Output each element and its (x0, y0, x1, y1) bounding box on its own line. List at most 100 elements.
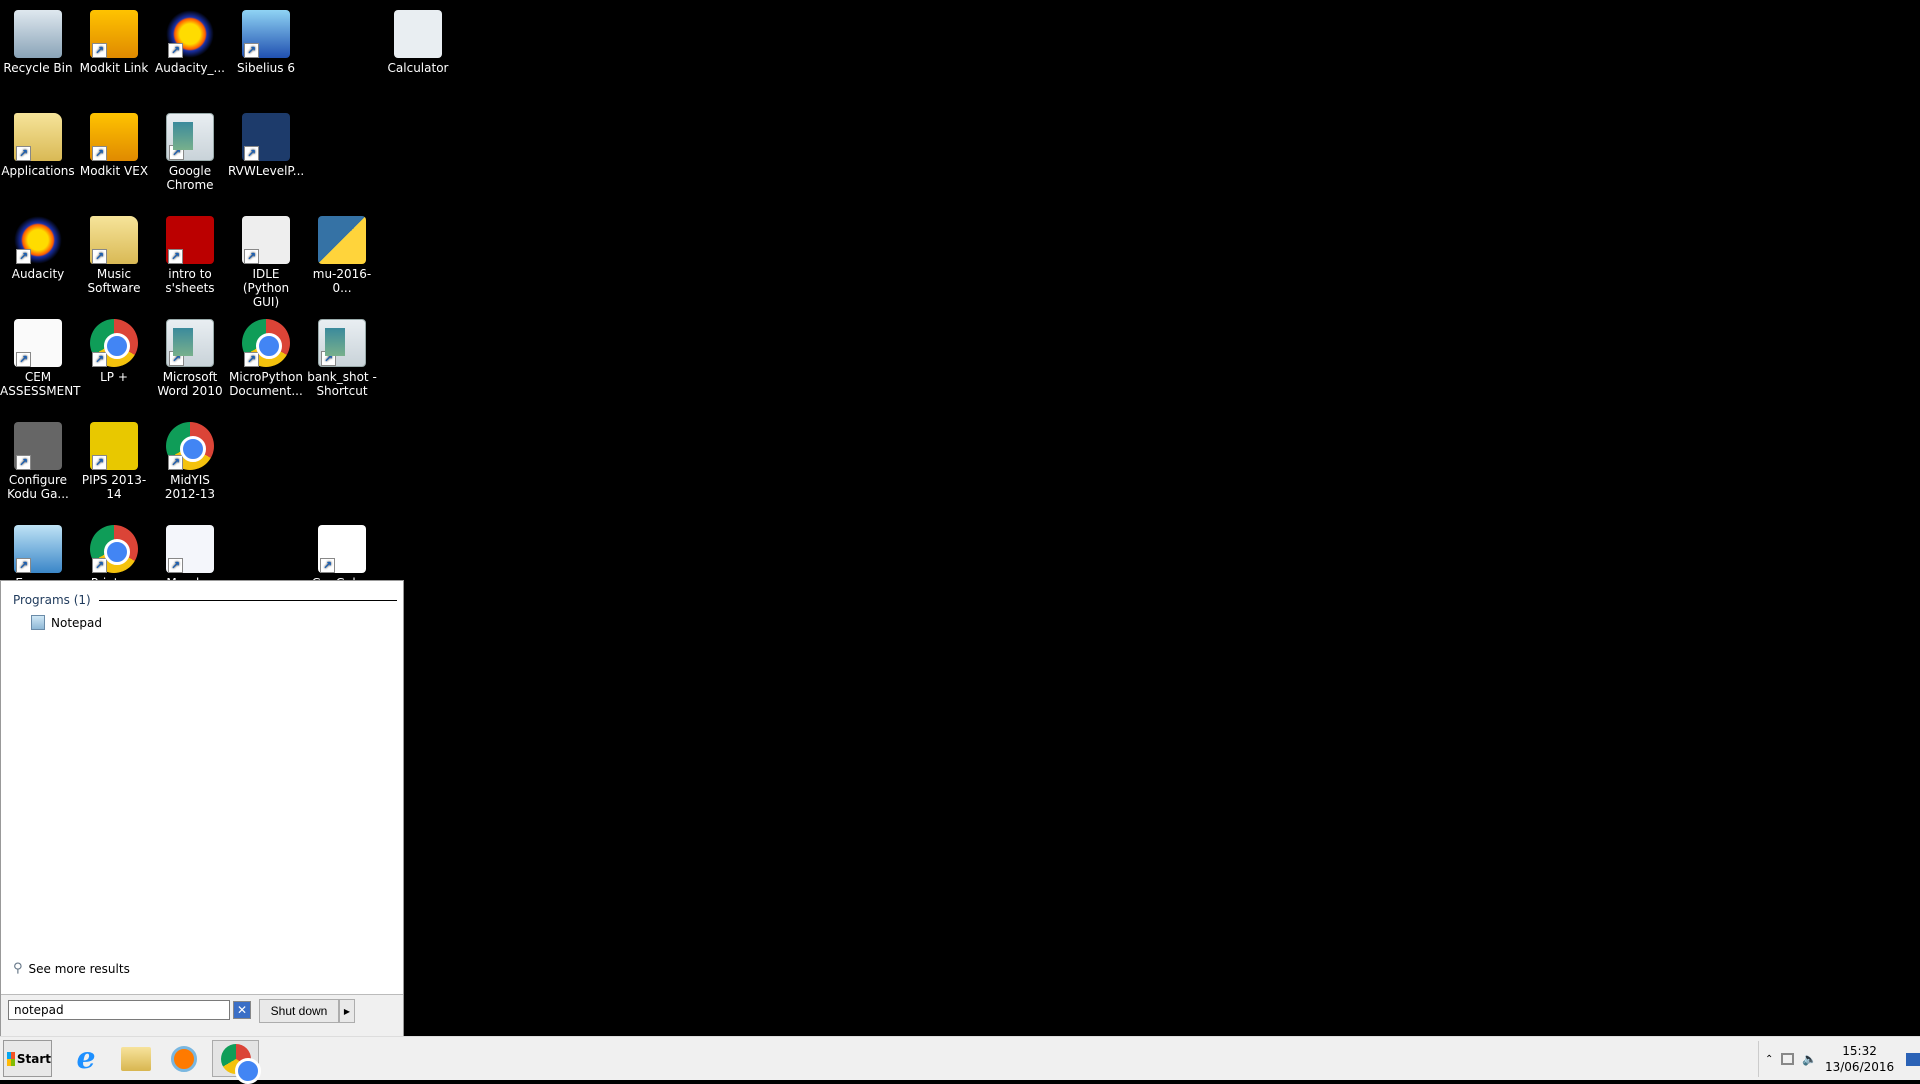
shortcut-arrow-icon: ↗ (16, 558, 31, 573)
sibelius-icon: ↗ (242, 10, 290, 58)
result-notepad[interactable]: Notepad (27, 613, 106, 632)
shortcut-arrow-icon: ↗ (92, 558, 107, 573)
python-icon (318, 216, 366, 264)
desktop-icon-label: PIPS 2013-14 (81, 473, 147, 501)
shortcut-arrow-icon: ↗ (320, 558, 335, 573)
start-button[interactable]: Start (3, 1040, 52, 1077)
see-more-results-link[interactable]: ⚲ See more results (13, 961, 130, 976)
taskbar-media-player[interactable] (162, 1040, 206, 1077)
desktop-icon[interactable]: ↗ Audacity (0, 216, 76, 281)
desktop-icon-label: intro to s'sheets (165, 267, 215, 295)
volume-icon[interactable]: 🔈 (1802, 1052, 1817, 1066)
shut-down-button[interactable]: Shut down (259, 999, 339, 1023)
shortcut-arrow-icon: ↗ (168, 249, 183, 264)
shut-down-options-button[interactable]: ▶ (339, 999, 355, 1023)
desktop-icon[interactable]: ↗ MicroPython Document... (228, 319, 304, 398)
rvw-icon: ↗ (242, 113, 290, 161)
desktop-icon-label: Music Software (87, 267, 141, 295)
desktop-icon[interactable]: ↗ Configure Kodu Ga... (0, 422, 76, 501)
desktop-icon[interactable]: ↗ Applications (0, 113, 76, 178)
idle-icon: ↗ (242, 216, 290, 264)
desktop-icon[interactable]: ↗ Modkit Link (76, 10, 152, 75)
desktop-icon[interactable]: ↗ intro to s'sheets (152, 216, 228, 295)
desktop-icon[interactable]: ↗ Music Software (76, 216, 152, 295)
powerpoint-icon: ↗ (166, 216, 214, 264)
desktop-icon-label: MicroPython Document... (229, 370, 303, 398)
calculator-icon (394, 10, 442, 58)
folder-icon: ↗ (90, 216, 138, 264)
show-desktop-icon[interactable] (1906, 1052, 1920, 1066)
desktop-icon-label: Audacity_... (155, 61, 225, 75)
desktop-icon-label: Recycle Bin (3, 61, 73, 75)
desktop-icon-label: LP + (100, 370, 128, 384)
shortcut-arrow-icon: ↗ (244, 249, 259, 264)
clock[interactable]: 15:32 13/06/2016 (1825, 1043, 1894, 1075)
desktop-icon[interactable]: ↗ PIPS 2013-14 (76, 422, 152, 501)
desktop-icon-label: Applications (1, 164, 75, 178)
desktop-icon-label: Modkit Link (79, 61, 149, 75)
desktop-icon-label: Audacity (11, 267, 65, 281)
desktop-icon-label: IDLE (Python GUI) (242, 267, 290, 309)
chrome-icon (220, 1043, 261, 1084)
chrome-icon: ↗ (90, 319, 138, 367)
desktop-icon-label: Configure Kodu Ga... (7, 473, 69, 501)
shortcut-arrow-icon: ↗ (92, 352, 107, 367)
desktop-icon[interactable]: Calculator (380, 10, 456, 75)
start-label: Start (16, 1051, 51, 1066)
group-header-label: Programs (1) (13, 593, 91, 607)
window-icon: ↗ (166, 113, 214, 161)
windows-logo-icon (7, 1051, 15, 1066)
desktop-icon[interactable]: ↗ Audacity_... (152, 10, 228, 75)
start-menu: Programs (1) Notepad ⚲ See more results ✕… (0, 580, 404, 1036)
desktop-icon[interactable]: Recycle Bin (0, 10, 76, 75)
audacity-icon: ↗ (14, 216, 62, 264)
shortcut-arrow-icon: ↗ (92, 146, 107, 161)
shortcut-arrow-icon: ↗ (169, 145, 184, 160)
desktop-icon-label: MidYIS 2012-13 (164, 473, 216, 501)
see-more-label: See more results (28, 961, 130, 976)
shortcut-arrow-icon: ↗ (92, 455, 107, 470)
desktop-icon[interactable]: ↗ LP + (76, 319, 152, 384)
desktop-icon-label: CEM ASSESSMENT (0, 370, 81, 398)
desktop-icon-label: Microsoft Word 2010 (157, 370, 223, 398)
shortcut-arrow-icon: ↗ (244, 352, 259, 367)
shortcut-arrow-icon: ↗ (16, 146, 31, 161)
desktop-icon[interactable]: mu-2016-0... (304, 216, 380, 295)
network-icon[interactable] (1781, 1053, 1795, 1065)
desktop-icon[interactable]: ↗ bank_shot - Shortcut (304, 319, 380, 398)
search-input[interactable] (8, 1000, 230, 1020)
recycle-bin-icon (14, 10, 62, 58)
desktop-icon-label: bank_shot - Shortcut (307, 370, 377, 398)
desktop-icon-label: mu-2016-0... (312, 267, 372, 295)
search-icon: ⚲ (13, 961, 23, 976)
desktop-icon[interactable]: ↗ MidYIS 2012-13 (152, 422, 228, 501)
pips-icon: ↗ (90, 422, 138, 470)
desktop-icon[interactable]: ↗ RVWLevelP... (228, 113, 304, 178)
internet-explorer-icon: e (76, 1041, 96, 1076)
audacity-icon: ↗ (166, 10, 214, 58)
desktop-icon[interactable]: ↗ Modkit VEX (76, 113, 152, 178)
desktop-icon-label: Google Chrome (166, 164, 214, 192)
desktop-icon-label: Sibelius 6 (237, 61, 295, 75)
desktop-icon[interactable]: ↗ Microsoft Word 2010 (152, 319, 228, 398)
clear-search-button[interactable]: ✕ (233, 1001, 251, 1019)
system-tray: ⌃ 🔈 15:32 13/06/2016 (1758, 1041, 1920, 1077)
shortcut-arrow-icon: ↗ (92, 249, 107, 264)
triangle-right-icon: ▶ (343, 1006, 351, 1016)
desktop-icon[interactable]: ↗ Google Chrome (152, 113, 228, 192)
engage-icon: ↗ (14, 525, 62, 573)
taskbar-chrome[interactable] (212, 1040, 261, 1084)
chrome-icon: ↗ (90, 525, 138, 573)
shortcut-arrow-icon: ↗ (321, 351, 336, 366)
desktop-icon[interactable]: ↗ CEM ASSESSMENT (0, 319, 81, 398)
desktop-icon[interactable]: ↗ Sibelius 6 (228, 10, 304, 75)
date: 13/06/2016 (1824, 1060, 1895, 1074)
show-hidden-icons-chevron-icon[interactable]: ⌃ (1765, 1054, 1773, 1065)
shortcut-arrow-icon: ↗ (244, 43, 259, 58)
modkit-icon: ↗ (90, 113, 138, 161)
taskbar-file-explorer[interactable] (114, 1040, 158, 1077)
taskbar-internet-explorer[interactable]: e (64, 1040, 108, 1077)
chrome-icon: ↗ (166, 422, 214, 470)
desktop-icon[interactable]: ↗ IDLE (Python GUI) (228, 216, 304, 309)
desktop-icon-label: Calculator (387, 61, 449, 75)
